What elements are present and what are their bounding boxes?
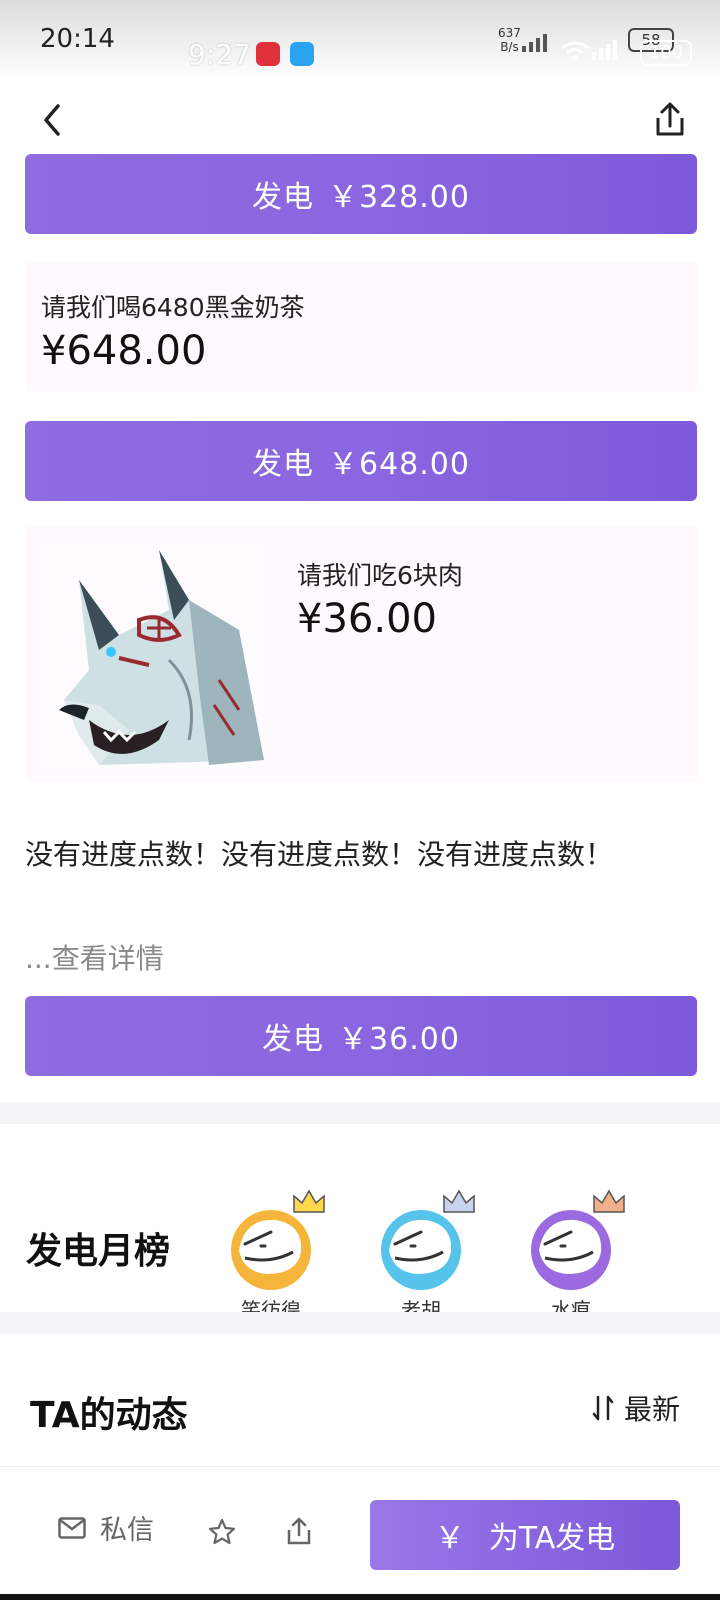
avatar: [231, 1189, 325, 1290]
status-time-overlay: 9:27: [188, 38, 251, 71]
power-button-label: 发电: [252, 180, 314, 215]
tier-title: 请我们喝6480黑金奶茶: [41, 293, 305, 322]
crown-icon: [593, 1189, 625, 1213]
status-bar: 20:14 9:27 637 B/s 58 100: [0, 0, 720, 80]
section-divider: [0, 1102, 720, 1124]
signal-5g-icon: [592, 40, 617, 60]
share-icon[interactable]: [286, 1516, 312, 1546]
tier-title: 请我们吃6块肉: [297, 561, 463, 590]
yen-icon: ￥: [434, 1521, 465, 1556]
power-button-price: ￥36.00: [338, 1022, 460, 1057]
message-button[interactable]: 私信: [58, 1508, 154, 1547]
message-label: 私信: [100, 1515, 154, 1546]
net-speed-unit: B/s: [500, 40, 519, 54]
section-divider: [0, 1312, 720, 1334]
power-button-price: ￥328.00: [328, 180, 470, 215]
sort-icon: [592, 1395, 614, 1421]
tier-price: ¥36.00: [297, 596, 437, 642]
back-icon[interactable]: [36, 100, 66, 140]
message-app-icon: [290, 42, 314, 66]
signal-icon: [522, 34, 547, 52]
crown-icon: [293, 1189, 325, 1213]
share-icon[interactable]: [652, 100, 688, 140]
huawei-app-icon: [256, 42, 280, 66]
view-details-link[interactable]: ...查看详情: [25, 937, 164, 977]
power-button-label: 发电: [262, 1022, 325, 1057]
tier-card-36: 请我们吃6块肉 ¥36.00: [25, 526, 697, 782]
power-button-label: 发电: [252, 447, 314, 482]
avatar: [531, 1189, 625, 1290]
network-speed: 637 B/s: [498, 26, 521, 54]
sort-label: 最新: [624, 1393, 681, 1426]
sort-toggle[interactable]: 最新: [592, 1388, 680, 1428]
ranking-user-1[interactable]: 笑彷徨: [216, 1180, 326, 1323]
net-speed-value: 637: [498, 26, 521, 40]
support-button[interactable]: ￥ 为TA发电: [370, 1500, 680, 1570]
crown-icon: [443, 1189, 475, 1213]
ranking-title: 发电月榜: [26, 1231, 171, 1272]
home-indicator: [0, 1594, 720, 1600]
tier-description: 没有进度点数！没有进度点数！没有进度点数！: [25, 838, 614, 871]
star-icon[interactable]: [208, 1518, 236, 1546]
wolf-illustration: [39, 540, 267, 768]
support-label: 为TA发电: [488, 1521, 616, 1556]
ranking-user-2[interactable]: 老胡: [366, 1180, 476, 1323]
power-button-648[interactable]: 发电 ￥648.00: [25, 421, 697, 501]
tier-card-648: 请我们喝6480黑金奶茶 ¥648.00: [25, 262, 697, 392]
power-button-price: ￥648.00: [328, 447, 470, 482]
tier-price: ¥648.00: [41, 328, 207, 374]
avatar: [381, 1189, 475, 1290]
status-time: 20:14: [40, 24, 115, 54]
mail-icon: [58, 1516, 86, 1539]
power-button-328[interactable]: 发电 ￥328.00: [25, 154, 697, 234]
ranking-user-3[interactable]: 水痕: [516, 1180, 626, 1323]
feed-title: TA的动态: [30, 1395, 188, 1436]
wifi-icon: [561, 41, 589, 61]
power-button-36[interactable]: 发电 ￥36.00: [25, 996, 697, 1076]
battery-indicator-overlay: 100: [640, 40, 692, 66]
